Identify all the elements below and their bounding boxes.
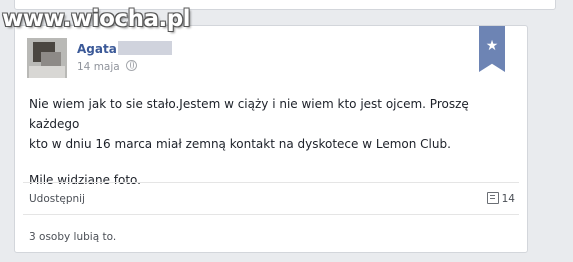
post-line-1: Nie wiem jak to sie stało.Jestem w ciąży… (29, 97, 469, 131)
post-date[interactable]: 14 maja (77, 61, 120, 73)
star-icon: ★ (485, 38, 499, 54)
post-line-3: Mile widziane foto. (29, 173, 141, 187)
author-name[interactable]: Agata (77, 42, 117, 56)
comment-count: 14 (501, 193, 515, 205)
post-line-2: kto w dniu 16 marca miał zemną kontakt n… (29, 137, 451, 151)
post-text: Nie wiem jak to sie stało.Jestem w ciąży… (29, 94, 521, 190)
censored-surname (118, 41, 172, 55)
globe-icon (125, 60, 137, 71)
comments-button[interactable]: 14 (486, 192, 515, 205)
divider (23, 182, 519, 183)
avatar[interactable] (27, 38, 67, 78)
likes-count[interactable]: 3 osoby lubią to. (29, 231, 116, 243)
post-meta: 14 maja (77, 60, 137, 73)
share-link[interactable]: Udostępnij (29, 193, 85, 205)
bookmark-ribbon[interactable]: ★ (479, 26, 505, 72)
post-card: Agata 14 maja ★ Nie wiem jak to sie stał… (14, 25, 528, 253)
watermark: www.wiocha.pl (2, 6, 191, 32)
divider (23, 214, 519, 215)
comment-icon (486, 192, 499, 204)
